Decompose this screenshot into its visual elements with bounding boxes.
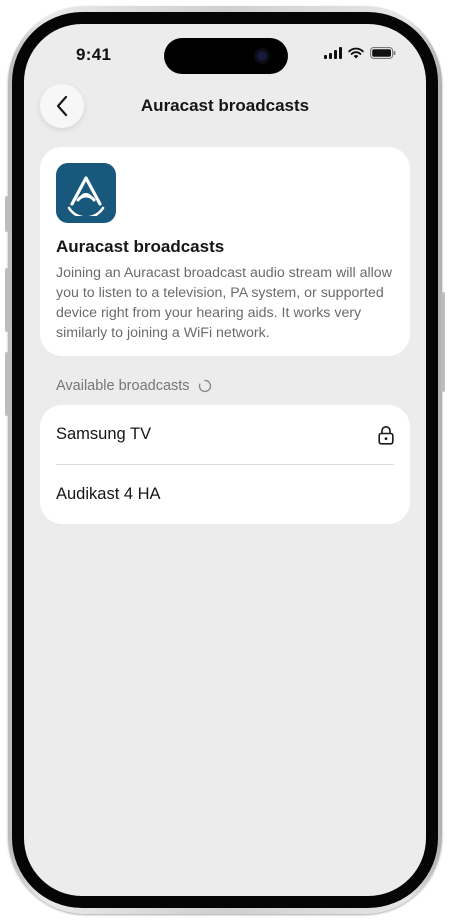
card-description: Joining an Auracast broadcast audio stre… [56, 265, 392, 341]
section-header: Available broadcasts [56, 378, 212, 394]
cellular-signal-icon [324, 47, 342, 59]
volume-down-button [5, 352, 9, 416]
info-card: Auracast broadcasts Joining an Auracast … [40, 147, 410, 356]
dynamic-island [164, 38, 288, 74]
page-title: Auracast broadcasts [140, 96, 310, 115]
lock-icon [378, 425, 394, 445]
section-header-label: Available broadcasts [56, 378, 190, 394]
auracast-logo-icon [56, 163, 116, 223]
list-item-label: Audikast 4 HA [56, 485, 161, 503]
screen: 9:41 Auracast broadcasts Auracast broadc… [24, 24, 426, 896]
list-item[interactable]: Audikast 4 HA [56, 465, 394, 524]
camera-icon [254, 48, 270, 64]
battery-icon [370, 47, 396, 59]
status-time: 9:41 [76, 45, 112, 64]
list-item-label: Samsung TV [56, 425, 152, 443]
card-title: Auracast broadcasts [56, 237, 225, 256]
status-icons [324, 47, 396, 59]
auracast-logo-mark [67, 176, 105, 216]
list-item[interactable]: Samsung TV [56, 405, 394, 464]
action-button [5, 196, 9, 232]
wifi-icon [348, 47, 364, 59]
volume-up-button [5, 268, 9, 332]
power-button [441, 292, 445, 392]
spinner-icon [198, 379, 211, 393]
broadcast-list: Samsung TV Audikast 4 HA [40, 405, 410, 524]
